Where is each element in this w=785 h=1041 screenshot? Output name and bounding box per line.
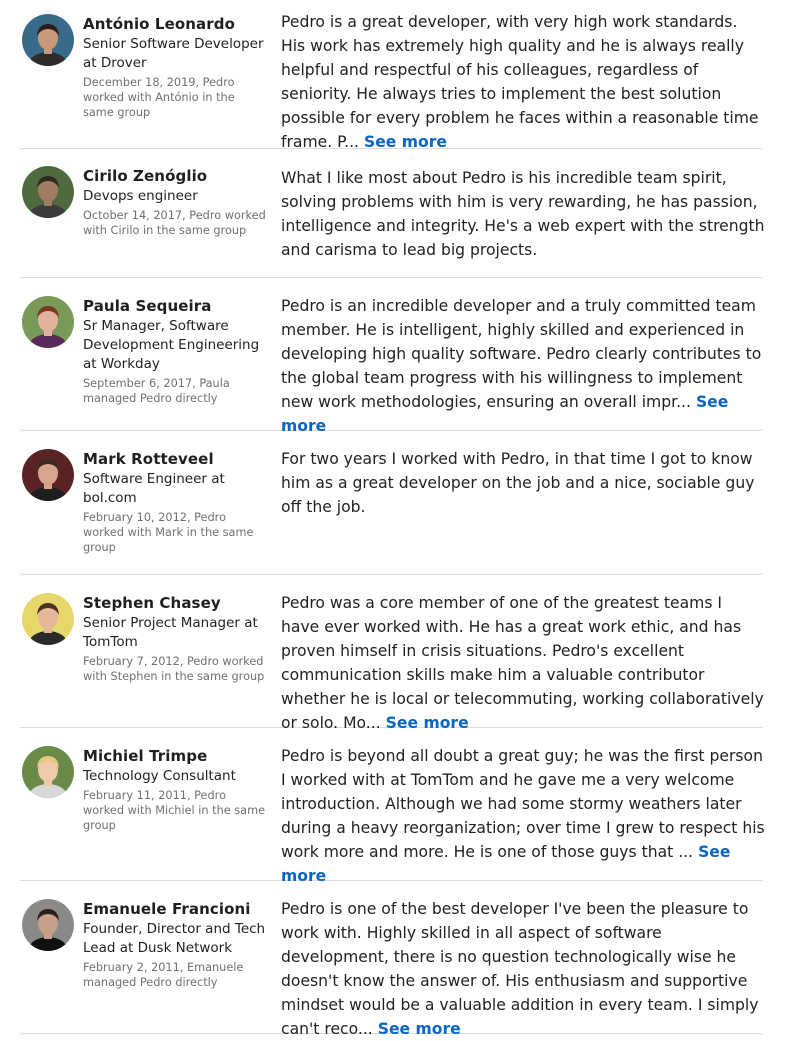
recommender-name[interactable]: Mark Rotteveel	[83, 449, 269, 469]
avatar[interactable]	[22, 296, 74, 348]
recommendation-item: Cirilo Zenóglio Devops engineer October …	[20, 149, 765, 278]
avatar[interactable]	[22, 166, 74, 218]
recommendation-text: What I like most about Pedro is his incr…	[281, 166, 765, 262]
recommendation-body: Pedro is an incredible developer and a t…	[281, 297, 762, 411]
recommender-title: Devops engineer	[83, 188, 198, 204]
recommendation-text: For two years I worked with Pedro, in th…	[281, 447, 765, 519]
recommendation-item: Stephen Chasey Senior Project Manager at…	[20, 575, 764, 732]
recommendation-date: February 10, 2012, Pedro worked with Mar…	[83, 511, 254, 554]
see-more-link[interactable]: See more	[378, 1020, 461, 1038]
recommendation-body: What I like most about Pedro is his incr…	[281, 169, 765, 259]
avatar[interactable]	[22, 593, 74, 645]
recommender-title: Senior Software Developer at Drover	[83, 36, 264, 71]
avatar[interactable]	[22, 14, 74, 66]
recommender-title: Sr Manager, Software Development Enginee…	[83, 318, 260, 372]
recommender-name[interactable]: Stephen Chasey	[83, 593, 269, 613]
recommendation-item: Emanuele Francioni Founder, Director and…	[20, 881, 763, 1038]
recommendation-text: Pedro is one of the best developer I've …	[281, 897, 765, 1041]
recommendation-date: February 7, 2012, Pedro worked with Step…	[83, 655, 265, 683]
avatar[interactable]	[22, 899, 74, 951]
recommendation-date: February 11, 2011, Pedro worked with Mic…	[83, 789, 266, 832]
recommendation-item: António Leonardo Senior Software Develop…	[20, 0, 763, 151]
recommender-name[interactable]: António Leonardo	[83, 14, 269, 34]
recommendation-body: Pedro is a great developer, with very hi…	[281, 13, 759, 151]
recommendation-item: Paula Sequeira Sr Manager, Software Deve…	[20, 278, 763, 435]
recommendation-body: Pedro is beyond all doubt a great guy; h…	[281, 747, 765, 861]
recommendation-text: Pedro is a great developer, with very hi…	[281, 10, 765, 154]
recommendation-date: December 18, 2019, Pedro worked with Ant…	[83, 76, 235, 119]
recommendation-body: Pedro is one of the best developer I've …	[281, 900, 759, 1038]
recommendation-body: For two years I worked with Pedro, in th…	[281, 450, 755, 516]
recommendation-date: October 14, 2017, Pedro worked with Ciri…	[83, 209, 266, 237]
recommender-name[interactable]: Cirilo Zenóglio	[83, 166, 269, 186]
recommendation-text: Pedro is an incredible developer and a t…	[281, 294, 765, 438]
recommender-name[interactable]: Michiel Trimpe	[83, 746, 269, 766]
avatar[interactable]	[22, 746, 74, 798]
recommendation-text: Pedro was a core member of one of the gr…	[281, 591, 765, 735]
recommendation-text: Pedro is beyond all doubt a great guy; h…	[281, 744, 765, 888]
recommendation-item: Mark Rotteveel Software Engineer at bol.…	[20, 431, 763, 575]
recommender-title: Founder, Director and Tech Lead at Dusk …	[83, 921, 266, 956]
recommendation-date: February 2, 2011, Emanuele managed Pedro…	[83, 961, 244, 989]
recommender-title: Software Engineer at bol.com	[83, 471, 225, 506]
recommendation-body: Pedro was a core member of one of the gr…	[281, 594, 764, 732]
recommender-title: Senior Project Manager at TomTom	[83, 615, 258, 650]
recommender-name[interactable]: Emanuele Francioni	[83, 899, 269, 919]
avatar[interactable]	[22, 449, 74, 501]
recommender-title: Technology Consultant	[83, 768, 236, 784]
recommendation-date: September 6, 2017, Paula managed Pedro d…	[83, 377, 230, 405]
recommendation-item: Michiel Trimpe Technology Consultant Feb…	[20, 728, 765, 885]
recommender-name[interactable]: Paula Sequeira	[83, 296, 269, 316]
